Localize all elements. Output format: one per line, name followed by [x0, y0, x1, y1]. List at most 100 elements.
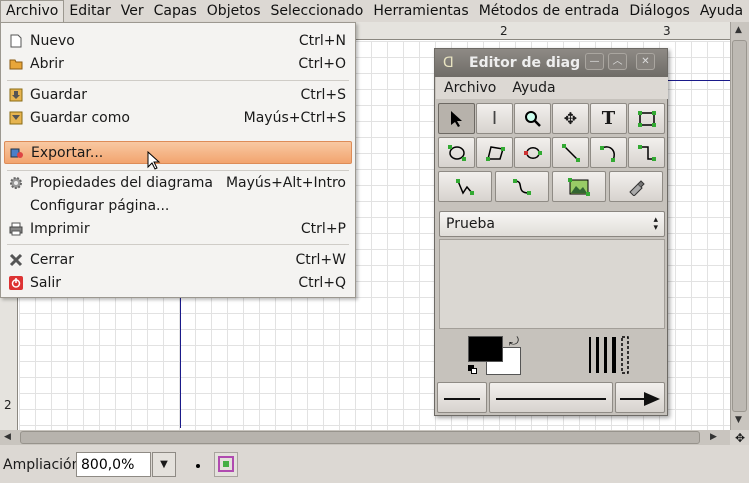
menu-separator: [7, 244, 349, 245]
menu-item-label: Nuevo: [30, 32, 75, 49]
save-icon: [9, 88, 23, 101]
menu-ver[interactable]: Ver: [116, 0, 149, 22]
tool-arc[interactable]: [590, 137, 627, 168]
scroll-up-icon[interactable]: ▲: [735, 25, 742, 35]
menu-archivo[interactable]: Archivo: [0, 0, 65, 22]
menu-item-shortcut: Ctrl+O: [298, 55, 346, 72]
minimize-icon[interactable]: —: [585, 53, 604, 70]
menu-item-imprimir[interactable]: Imprimir Ctrl+P: [4, 217, 352, 240]
menu-item-shortcut: Ctrl+N: [298, 32, 346, 49]
menu-item-exportar[interactable]: Exportar...: [4, 141, 352, 164]
menu-item-label: Cerrar: [30, 251, 74, 268]
polygon-icon: [485, 145, 505, 161]
dialog-title[interactable]: Editor de diag: [435, 49, 667, 77]
menu-capas[interactable]: Capas: [149, 0, 202, 22]
menu-item-label: Guardar como: [30, 109, 130, 126]
close-icon: [9, 253, 23, 266]
end-arrow-button[interactable]: [615, 382, 665, 413]
dialog-menu-ayuda[interactable]: Ayuda: [504, 80, 563, 96]
zoom-label: Ampliación: [3, 457, 81, 473]
export-icon: [10, 148, 23, 158]
beziergon-icon: [523, 146, 542, 159]
menu-item-nuevo[interactable]: Nuevo Ctrl+N: [4, 29, 352, 52]
snap-objects-toggle[interactable]: [214, 452, 238, 477]
polyline-icon: [456, 178, 474, 195]
snap-grid-toggle[interactable]: [185, 452, 209, 477]
menu-item-propiedades[interactable]: Propiedades del diagrama Mayús+Alt+Intro: [4, 171, 352, 194]
sheet-objects-area[interactable]: [439, 239, 665, 329]
close-icon[interactable]: ✕: [636, 53, 655, 70]
vertical-scroll-thumb[interactable]: [732, 40, 747, 412]
ruler-label: 3: [663, 24, 671, 38]
tool-text[interactable]: T: [590, 103, 627, 134]
scroll-down-icon[interactable]: ▼: [735, 415, 742, 425]
zoom-dropdown-button[interactable]: ▼: [152, 452, 176, 477]
default-colors-icon[interactable]: [468, 365, 478, 375]
menu-item-salir[interactable]: Salir Ctrl+Q: [4, 271, 352, 294]
menu-item-abrir[interactable]: Abrir Ctrl+O: [4, 52, 352, 75]
foreground-color-swatch[interactable]: [468, 336, 503, 362]
menu-item-label: Configurar página...: [30, 197, 170, 214]
file-menu-dropdown: Nuevo Ctrl+N Abrir Ctrl+O Guardar Ctrl+S…: [0, 22, 356, 298]
tool-line[interactable]: [552, 137, 589, 168]
maximize-icon[interactable]: ︿: [608, 53, 627, 70]
dialog-menu-archivo[interactable]: Archivo: [436, 80, 504, 96]
menu-item-guardar-como[interactable]: Guardar como Mayús+Ctrl+S: [4, 106, 352, 129]
zigzag-line-icon: [637, 144, 656, 161]
menu-metodos-entrada[interactable]: Métodos de entrada: [474, 0, 625, 22]
tool-ellipse[interactable]: [438, 137, 475, 168]
menu-item-label: Exportar...: [31, 144, 104, 161]
tool-scroll[interactable]: ✥: [552, 103, 589, 134]
menu-item-shortcut: Ctrl+P: [300, 220, 346, 237]
tool-beziergon[interactable]: [514, 137, 551, 168]
move-icon[interactable]: ✥: [731, 431, 749, 445]
menu-item-configurar-pagina[interactable]: Configurar página...: [4, 194, 352, 217]
text-icon: T: [601, 108, 616, 129]
menu-herramientas[interactable]: Herramientas: [368, 0, 473, 22]
pointer-icon: [450, 110, 462, 127]
menu-objetos[interactable]: Objetos: [202, 0, 266, 22]
scroll-left-icon[interactable]: ◀: [4, 432, 11, 442]
menu-item-label: Guardar: [30, 86, 88, 103]
start-arrow-button[interactable]: [437, 382, 487, 413]
magnifier-icon: [524, 110, 541, 127]
menu-ayuda[interactable]: Ayuda: [695, 0, 748, 22]
tool-text-edit[interactable]: I: [476, 103, 513, 134]
line-width-icon[interactable]: [587, 335, 635, 375]
swap-colors-icon[interactable]: ⤾: [509, 334, 519, 349]
menu-item-shortcut: Ctrl+S: [300, 86, 346, 103]
zoom-input[interactable]: [76, 452, 151, 477]
horizontal-scroll-thumb[interactable]: [20, 431, 700, 444]
line-style-icon: [496, 398, 606, 400]
tool-zoom[interactable]: [514, 103, 551, 134]
menu-item-guardar[interactable]: Guardar Ctrl+S: [4, 83, 352, 106]
text-cursor-icon: I: [491, 108, 498, 129]
tool-bezier-line[interactable]: [495, 171, 549, 202]
tool-polyline[interactable]: [438, 171, 492, 202]
menu-seleccionado[interactable]: Seleccionado: [266, 0, 369, 22]
menu-editar[interactable]: Editar: [64, 0, 115, 22]
tool-image[interactable]: [552, 171, 606, 202]
tool-box[interactable]: [628, 103, 665, 134]
menu-item-label: Salir: [30, 274, 62, 291]
sheet-selector-value: Prueba: [446, 216, 495, 232]
menu-item-label: Abrir: [30, 55, 64, 72]
tool-select[interactable]: [438, 103, 475, 134]
arrow-end-icon: [620, 392, 660, 406]
mouse-cursor-icon: [147, 151, 161, 170]
printer-icon: [9, 222, 23, 235]
line-start-icon: [444, 398, 480, 400]
outline-icon: [629, 179, 645, 196]
menu-item-cerrar[interactable]: Cerrar Ctrl+W: [4, 248, 352, 271]
scroll-right-icon[interactable]: ▶: [710, 432, 717, 442]
menu-separator: [7, 80, 349, 81]
image-icon: [568, 177, 590, 196]
tool-zigzag-line[interactable]: [628, 137, 665, 168]
menu-item-label: Imprimir: [30, 220, 90, 237]
tool-polygon[interactable]: [476, 137, 513, 168]
menu-dialogos[interactable]: Diálogos: [624, 0, 694, 22]
menu-item-shortcut: Mayús+Alt+Intro: [225, 174, 346, 191]
sheet-selector[interactable]: Prueba ▴ ▾: [439, 211, 665, 237]
tool-outline[interactable]: [609, 171, 663, 202]
line-style-button[interactable]: [489, 382, 613, 413]
